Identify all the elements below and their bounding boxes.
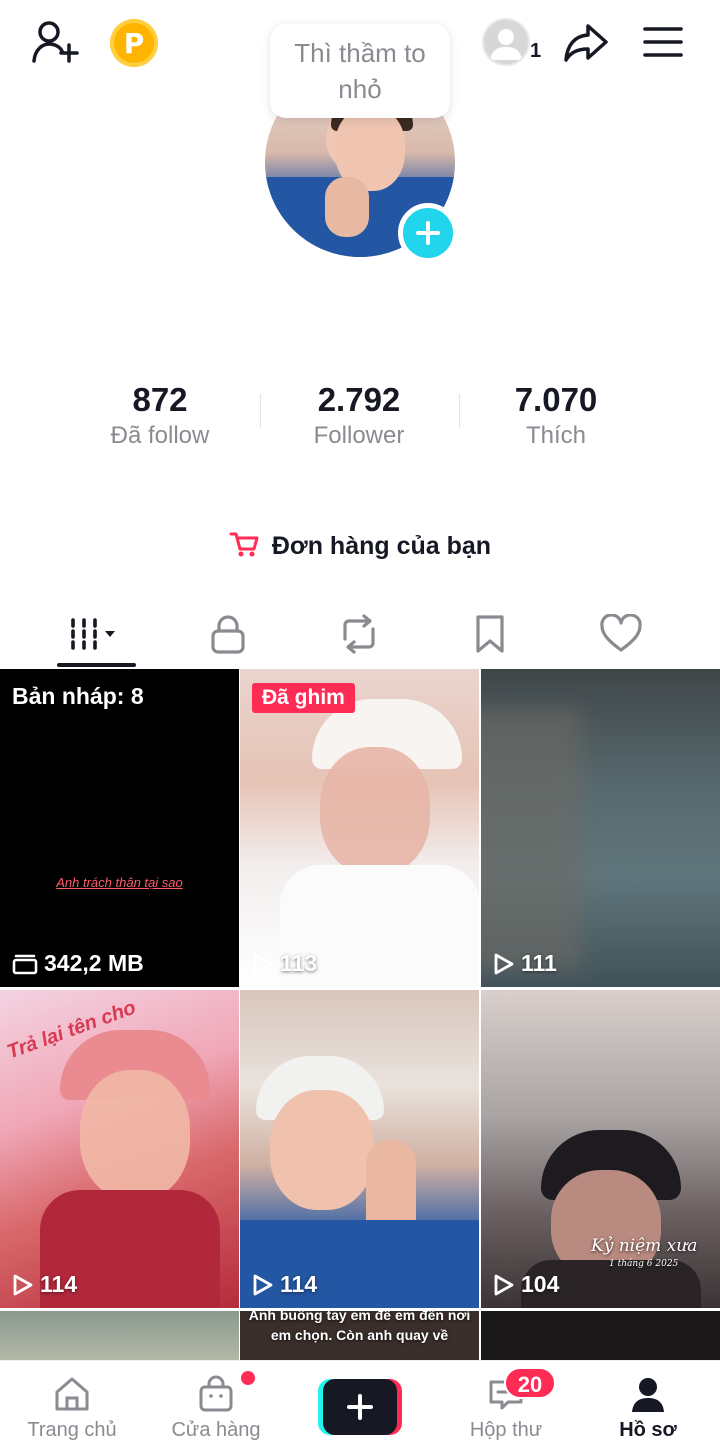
nav-home-label: Trang chủ	[27, 1419, 117, 1441]
likes-stat[interactable]: 7.070 Thích	[466, 380, 646, 452]
video-tile[interactable]: Anh buông tay em để em đến nơi em chọn. …	[240, 1311, 479, 1361]
followers-label: Follower	[313, 422, 405, 449]
tab-videos[interactable]	[50, 606, 140, 662]
content-tabs	[0, 600, 720, 668]
likes-label: Thích	[525, 422, 587, 449]
video-tile[interactable]: Kỷ niệm xưa 1 tháng 6 2025 104	[481, 990, 720, 1308]
profile-icon	[628, 1373, 668, 1415]
nav-inbox-label: Hộp thư	[469, 1419, 543, 1441]
plus-icon	[416, 221, 440, 245]
coin-icon[interactable]: P	[110, 19, 158, 67]
menu-icon[interactable]	[640, 22, 686, 62]
play-icon	[13, 1274, 33, 1295]
video-overlay-text: Kỷ niệm xưa	[591, 1236, 698, 1256]
followers-count: 2.792	[317, 381, 401, 418]
nav-home[interactable]: Trang chủ	[12, 1371, 132, 1447]
video-overlay-text: Anh buông tay em để em đến nơi em chọn. …	[248, 1311, 471, 1343]
view-count: 114	[12, 1271, 77, 1298]
inbox-badge: 20	[504, 1367, 556, 1399]
account-avatar[interactable]	[482, 18, 530, 66]
drafts-tile[interactable]: Bản nháp: 8 Anh trách thân tại sao 342,2…	[0, 669, 239, 987]
account-count: 1	[530, 40, 542, 62]
coin-letter: P	[123, 26, 145, 60]
heart-icon	[600, 614, 642, 652]
draft-size-text: 342,2 MB	[44, 950, 144, 976]
view-count-text: 104	[521, 1271, 560, 1297]
grid-icon	[71, 618, 115, 650]
profile-stats: 872 Đã follow 2.792 Follower 7.070 Thích	[0, 380, 720, 460]
bookmark-icon	[476, 615, 504, 653]
drafts-title: Bản nháp: 8	[12, 683, 144, 709]
shopping-bag-icon	[196, 1373, 236, 1415]
draft-caption: Anh trách thân tại sao	[56, 875, 183, 890]
stat-divider	[260, 394, 261, 428]
play-icon	[494, 1274, 514, 1295]
nav-profile-label: Hồ sơ	[619, 1419, 677, 1441]
nav-shop-label: Cửa hàng	[171, 1419, 261, 1441]
status-bubble[interactable]: Thì thầm to nhỏ	[270, 24, 450, 118]
video-overlay-date: 1 tháng 6 2025	[609, 1259, 679, 1269]
pinned-badge: Đã ghim	[252, 683, 355, 713]
tab-favorites[interactable]	[445, 606, 535, 662]
plus-icon	[347, 1394, 373, 1420]
video-tile-pinned[interactable]: Đã ghim 113	[240, 669, 479, 987]
view-count-text: 113	[280, 950, 318, 976]
orders-label: Đơn hàng của bạn	[271, 532, 492, 561]
video-tile[interactable]	[0, 1311, 239, 1361]
nav-profile[interactable]: Hồ sơ	[588, 1371, 708, 1447]
video-tile[interactable]	[481, 1311, 720, 1361]
add-friend-icon[interactable]	[28, 16, 84, 68]
likes-count: 7.070	[514, 381, 598, 418]
view-count: 111	[493, 950, 557, 977]
following-count: 872	[132, 381, 188, 418]
play-icon	[253, 1274, 273, 1295]
create-button[interactable]	[318, 1379, 402, 1435]
status-bubble-text: Thì thầm to nhỏ	[294, 38, 426, 104]
orders-link[interactable]: Đơn hàng của bạn	[0, 530, 720, 565]
drafts-stack-icon	[12, 954, 38, 974]
home-icon	[52, 1373, 92, 1415]
view-count-text: 114	[40, 1271, 78, 1297]
following-stat[interactable]: 872 Đã follow	[70, 380, 250, 452]
followers-stat[interactable]: 2.792 Follower	[269, 380, 449, 452]
play-icon	[494, 953, 514, 974]
tab-liked[interactable]	[576, 606, 666, 662]
view-count: 104	[493, 1271, 559, 1298]
shop-notification-dot	[241, 1371, 255, 1385]
view-count: 114	[252, 1271, 317, 1298]
video-tile[interactable]: Trả lại tên cho 114	[0, 990, 239, 1308]
draft-size: 342,2 MB	[12, 950, 144, 977]
bottom-navigation: Trang chủ Cửa hàng Hộp thư 20 Hồ sơ	[0, 1360, 720, 1450]
share-icon[interactable]	[560, 18, 612, 68]
video-tile[interactable]: 114	[240, 990, 479, 1308]
following-label: Đã follow	[110, 422, 210, 449]
stat-divider	[459, 394, 460, 428]
view-count-text: 111	[521, 950, 557, 976]
view-count: 113	[252, 950, 317, 977]
lock-icon	[211, 615, 245, 654]
tab-private[interactable]	[183, 606, 273, 662]
active-tab-indicator	[57, 663, 136, 667]
nav-shop[interactable]: Cửa hàng	[156, 1371, 276, 1447]
play-icon	[253, 953, 273, 974]
tab-reposts[interactable]	[314, 606, 404, 662]
video-tile[interactable]: 111	[481, 669, 720, 987]
cart-icon	[229, 530, 259, 565]
view-count-text: 114	[280, 1271, 318, 1297]
add-story-button[interactable]	[398, 203, 458, 263]
repost-icon	[343, 614, 375, 654]
